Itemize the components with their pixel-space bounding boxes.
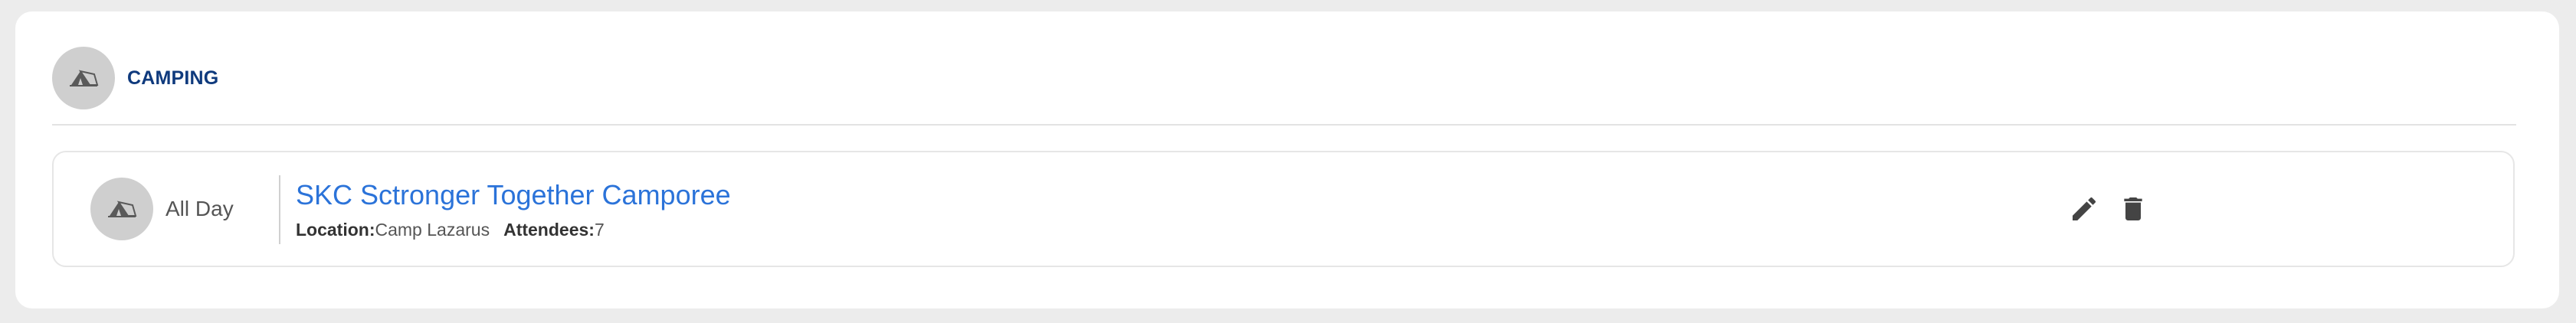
location-label: Location:	[296, 219, 375, 240]
section-title: CAMPING	[127, 67, 219, 89]
attendees-value: 7	[594, 219, 605, 240]
delete-button[interactable]	[2116, 192, 2150, 226]
edit-button[interactable]	[2067, 192, 2101, 226]
event-meta: Location: Camp Lazarus Attendees: 7	[296, 220, 731, 240]
event-title-link[interactable]: SKC Sctronger Together Camporee	[296, 178, 731, 212]
event-time-block: All Day	[90, 152, 234, 266]
event-time: All Day	[166, 197, 234, 220]
trash-icon	[2124, 197, 2142, 220]
section-divider	[52, 124, 2516, 126]
event-avatar	[90, 178, 153, 240]
pencil-icon	[2073, 197, 2096, 220]
section-header: CAMPING	[52, 47, 218, 109]
event-row[interactable]: All Day SKC Sctronger Together Camporee …	[52, 151, 2515, 267]
events-card: CAMPING All Day SKC Sctronger Together C…	[15, 11, 2559, 308]
attendees-label: Attendees:	[503, 219, 595, 240]
tent-icon	[108, 201, 137, 217]
event-info: SKC Sctronger Together Camporee Location…	[277, 152, 731, 266]
tent-icon	[70, 70, 99, 86]
event-actions	[2067, 152, 2150, 266]
location-value: Camp Lazarus	[375, 219, 490, 240]
section-avatar	[52, 47, 115, 109]
